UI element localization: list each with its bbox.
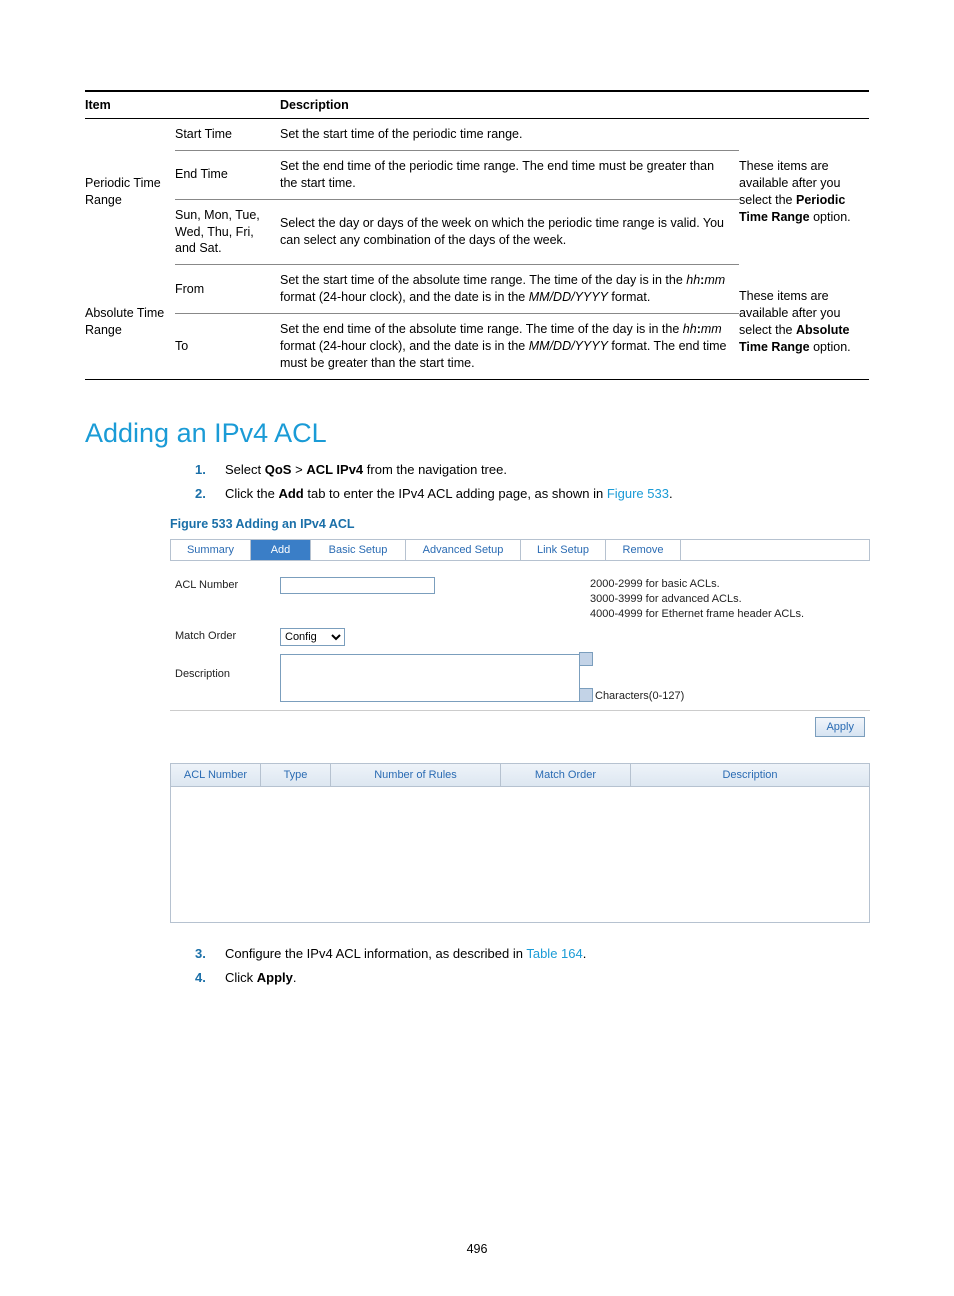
- periodic-days-desc: Select the day or days of the week on wh…: [280, 199, 739, 265]
- scroll-up-icon[interactable]: [579, 652, 593, 666]
- tab-filler: [681, 540, 870, 561]
- absolute-to-desc: Set the end time of the absolute time ra…: [280, 314, 739, 380]
- table-link[interactable]: Table 164: [526, 946, 582, 961]
- tab-basic-setup[interactable]: Basic Setup: [311, 540, 406, 561]
- th-desc: Description: [280, 91, 869, 119]
- grid-body: [171, 787, 869, 922]
- th-blank: [175, 91, 280, 119]
- match-order-label: Match Order: [175, 628, 280, 642]
- periodic-note: These items are available after you sele…: [739, 119, 869, 265]
- grid-header: ACL Number Type Number of Rules Match Or…: [171, 764, 869, 787]
- step-2: 2. Click the Add tab to enter the IPv4 A…: [195, 485, 869, 503]
- acl-grid: ACL Number Type Number of Rules Match Or…: [170, 763, 870, 923]
- step-4: 4. Click Apply.: [195, 969, 869, 987]
- figure-link[interactable]: Figure 533: [607, 486, 669, 501]
- description-textarea[interactable]: [280, 654, 580, 702]
- gh-type[interactable]: Type: [261, 764, 331, 786]
- gh-match-order[interactable]: Match Order: [501, 764, 631, 786]
- section-heading: Adding an IPv4 ACL: [85, 418, 869, 449]
- match-order-select[interactable]: Config: [280, 628, 345, 646]
- tab-summary[interactable]: Summary: [171, 540, 251, 561]
- scroll-down-icon[interactable]: [579, 688, 593, 702]
- absolute-note: These items are available after you sele…: [739, 265, 869, 379]
- tab-bar: Summary Add Basic Setup Advanced Setup L…: [170, 539, 870, 561]
- gh-description[interactable]: Description: [631, 764, 869, 786]
- absolute-to-sub: To: [175, 314, 280, 380]
- periodic-days-sub: Sun, Mon, Tue, Wed, Thu, Fri, and Sat.: [175, 199, 280, 265]
- acl-number-label: ACL Number: [175, 577, 280, 591]
- char-counter: Characters(0-127): [595, 690, 684, 702]
- form-area: ACL Number 2000-2999 for basic ACLs. 300…: [170, 561, 870, 711]
- th-item: Item: [85, 91, 175, 119]
- periodic-label: Periodic Time Range: [85, 119, 175, 265]
- tab-advanced-setup[interactable]: Advanced Setup: [406, 540, 521, 561]
- gh-acl-number[interactable]: ACL Number: [171, 764, 261, 786]
- acl-number-input[interactable]: [280, 577, 435, 594]
- periodic-end-desc: Set the end time of the periodic time ra…: [280, 150, 739, 199]
- step-3: 3. Configure the IPv4 ACL information, a…: [195, 945, 869, 963]
- tab-add[interactable]: Add: [251, 540, 311, 561]
- acl-number-hint: 2000-2999 for basic ACLs. 3000-3999 for …: [590, 577, 865, 622]
- absolute-label: Absolute Time Range: [85, 265, 175, 379]
- steps-list-top: 1. Select QoS > ACL IPv4 from the naviga…: [195, 461, 869, 503]
- page-number: 496: [0, 1242, 954, 1256]
- time-range-table: Item Description Periodic Time Range Sta…: [85, 90, 869, 380]
- tab-remove[interactable]: Remove: [606, 540, 681, 561]
- periodic-start-sub: Start Time: [175, 119, 280, 151]
- absolute-from-desc: Set the start time of the absolute time …: [280, 265, 739, 314]
- steps-list-bottom: 3. Configure the IPv4 ACL information, a…: [195, 945, 869, 987]
- embedded-screenshot: Summary Add Basic Setup Advanced Setup L…: [170, 539, 870, 923]
- periodic-end-sub: End Time: [175, 150, 280, 199]
- description-label: Description: [175, 652, 280, 680]
- tab-link-setup[interactable]: Link Setup: [521, 540, 606, 561]
- gh-rules[interactable]: Number of Rules: [331, 764, 501, 786]
- step-1: 1. Select QoS > ACL IPv4 from the naviga…: [195, 461, 869, 479]
- periodic-start-desc: Set the start time of the periodic time …: [280, 119, 739, 151]
- apply-button[interactable]: Apply: [815, 717, 865, 737]
- absolute-from-sub: From: [175, 265, 280, 314]
- figure-caption: Figure 533 Adding an IPv4 ACL: [170, 517, 869, 531]
